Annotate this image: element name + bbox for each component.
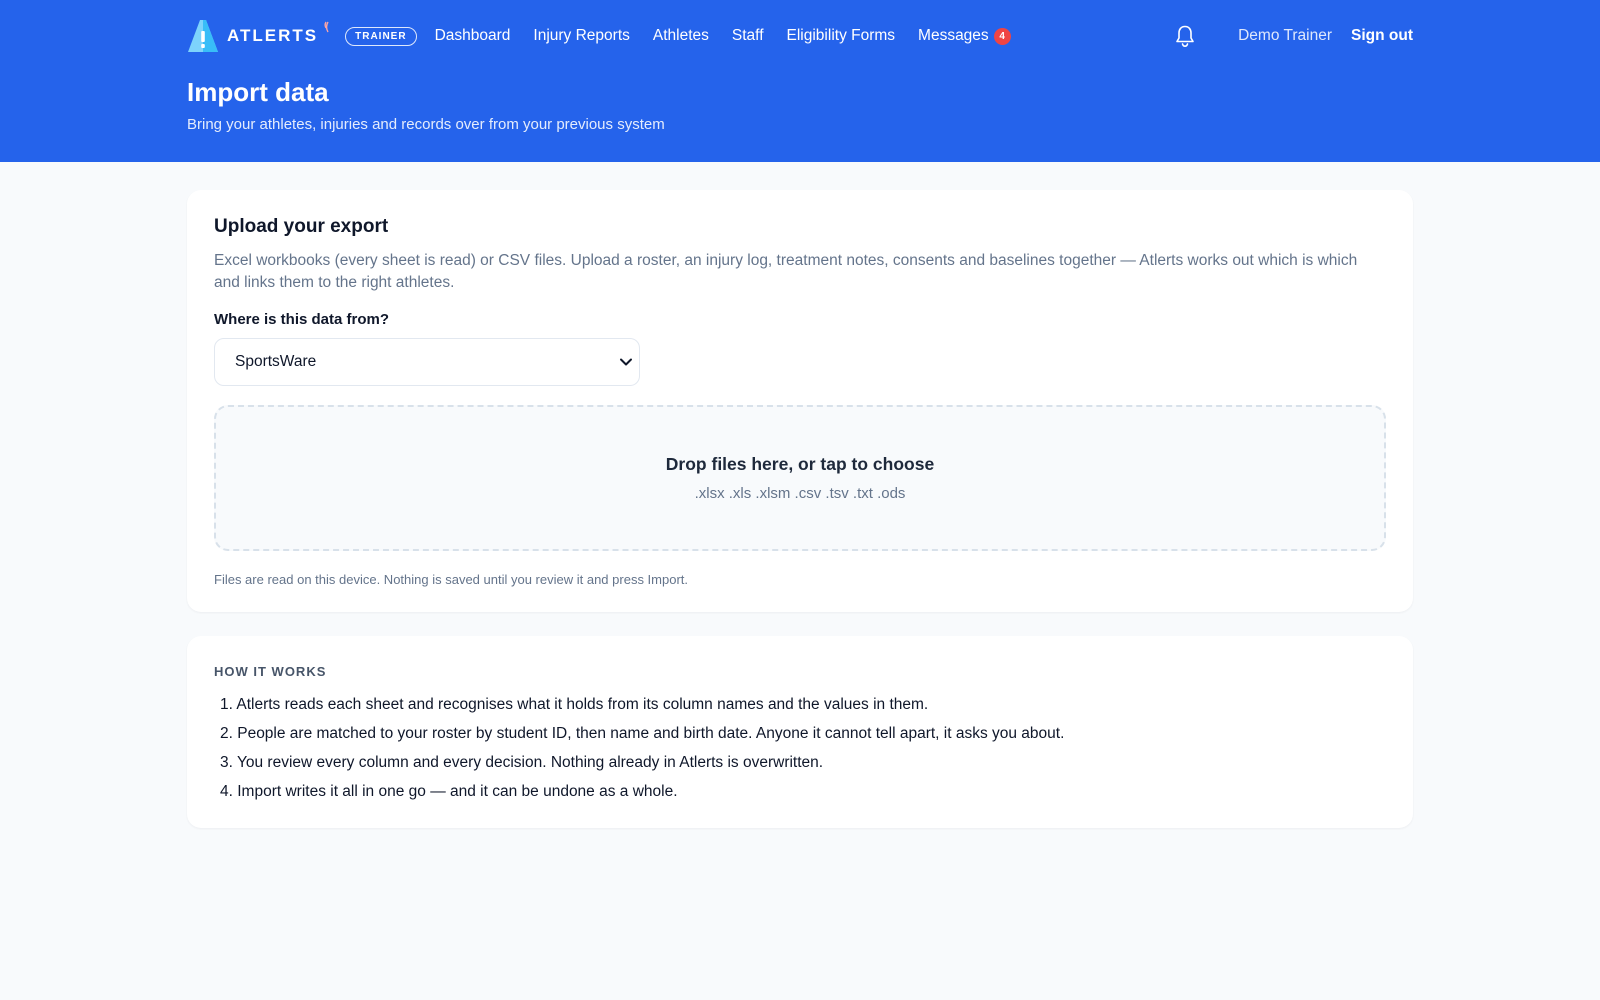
nav-eligibility-forms[interactable]: Eligibility Forms [787, 27, 896, 45]
source-select-value: SportsWare [235, 353, 317, 370]
chevron-down-icon [620, 358, 632, 366]
top-navigation: ATLERTS TRAINER Dashboard Injury Reports… [187, 14, 1413, 58]
nav-messages[interactable]: Messages 4 [918, 27, 1011, 45]
list-item: 2. People are matched to your roster by … [220, 725, 1065, 742]
upload-card-title: Upload your export [214, 216, 389, 237]
source-select[interactable]: SportsWare [214, 338, 640, 386]
nav-messages-label: Messages [918, 27, 989, 44]
nav-athletes[interactable]: Athletes [653, 27, 709, 45]
bell-icon[interactable] [1174, 24, 1196, 48]
brand-name: ATLERTS [227, 26, 319, 45]
source-field-label: Where is this data from? [214, 311, 390, 328]
list-item: 3. You review every column and every dec… [220, 754, 824, 771]
how-it-works-title: HOW IT WORKS [214, 664, 327, 679]
dropzone-file-types: .xlsx .xls .xlsm .csv .tsv .txt .ods [694, 485, 906, 502]
file-dropzone[interactable]: Drop files here, or tap to choose .xlsx … [214, 405, 1386, 551]
header-bar: ATLERTS TRAINER Dashboard Injury Reports… [0, 0, 1600, 162]
privacy-note: Files are read on this device. Nothing i… [214, 572, 689, 587]
sign-out-link[interactable]: Sign out [1351, 27, 1413, 45]
main-nav: Dashboard Injury Reports Athletes Staff … [435, 27, 1034, 45]
page-title: Import data [187, 77, 329, 107]
upload-card: Upload your export Excel workbooks (ever… [187, 190, 1413, 612]
messages-count-badge: 4 [993, 27, 1011, 45]
steps-list: 1. Atlerts reads each sheet and recognis… [214, 695, 1386, 802]
nav-staff[interactable]: Staff [732, 27, 764, 45]
nav-injury-reports[interactable]: Injury Reports [533, 27, 629, 45]
brand[interactable]: ATLERTS TRAINER [187, 19, 417, 53]
upload-description: Excel workbooks (every sheet is read) or… [214, 252, 1358, 291]
how-it-works-card: HOW IT WORKS 1. Atlerts reads each sheet… [187, 636, 1413, 828]
list-item: 1. Atlerts reads each sheet and recognis… [220, 696, 929, 713]
user-name[interactable]: Demo Trainer [1238, 27, 1332, 45]
nav-dashboard[interactable]: Dashboard [435, 27, 511, 45]
signal-icon [324, 21, 329, 33]
page-subtitle: Bring your athletes, injuries and record… [187, 116, 665, 133]
atlerts-logo-icon [188, 20, 218, 52]
dropzone-title: Drop files here, or tap to choose [665, 454, 935, 474]
role-badge: TRAINER [345, 26, 417, 46]
list-item: 4. Import writes it all in one go — and … [220, 783, 678, 800]
